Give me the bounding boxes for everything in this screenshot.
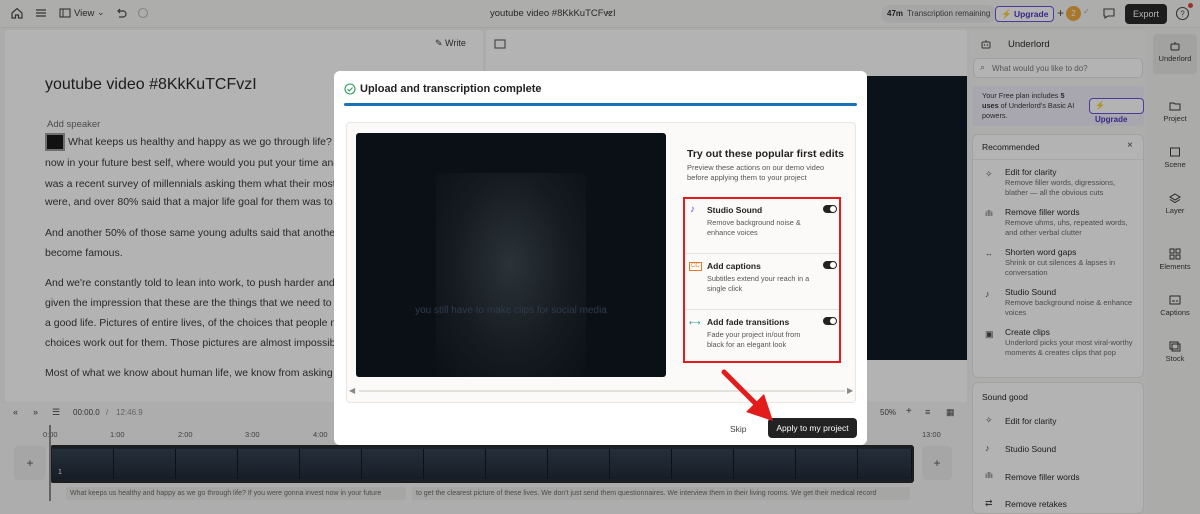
demo-caption: you still have to make clips for social …: [415, 305, 607, 316]
presenter-silhouette: [436, 173, 586, 377]
fade-toggle[interactable]: [823, 317, 837, 325]
feature-fade-transitions[interactable]: ⟷ Add fade transitions Fade your project…: [685, 311, 839, 365]
feature-add-captions[interactable]: CC Add captions Subtitles extend your re…: [685, 255, 839, 309]
try-title: Try out these popular first edits: [687, 148, 844, 160]
feature-title: Add fade transitions: [707, 317, 790, 327]
demo-video[interactable]: you still have to make clips for social …: [356, 133, 666, 377]
check-circle-icon: [344, 83, 356, 95]
cc-icon: CC: [689, 262, 702, 271]
feature-desc: Fade your project in/out from black for …: [707, 330, 801, 349]
scroll-left-icon[interactable]: ◀: [349, 386, 355, 395]
try-description: Preview these actions on our demo video …: [687, 163, 825, 182]
feature-title: Add captions: [707, 261, 761, 271]
studio-sound-toggle[interactable]: [823, 205, 837, 213]
divider: [685, 253, 839, 254]
mic-wave-icon: ♪: [690, 204, 695, 215]
fade-icon: ⟷: [689, 318, 701, 327]
captions-toggle[interactable]: [823, 261, 837, 269]
apply-to-project-button[interactable]: Apply to my project: [768, 418, 857, 438]
upload-complete-dialog: Upload and transcription complete you st…: [334, 71, 867, 445]
annotation-arrow-icon: [721, 369, 773, 421]
feature-studio-sound[interactable]: ♪ Studio Sound Remove background noise &…: [685, 199, 839, 253]
feature-desc: Subtitles extend your reach in a single …: [707, 274, 810, 293]
progress-bar: [344, 103, 857, 106]
first-edits-panel: you still have to make clips for social …: [346, 122, 856, 403]
dialog-title: Upload and transcription complete: [360, 83, 542, 95]
feature-list: ♪ Studio Sound Remove background noise &…: [683, 197, 841, 363]
scroll-right-icon[interactable]: ▶: [847, 386, 853, 395]
divider: [685, 309, 839, 310]
feature-title: Studio Sound: [707, 205, 763, 215]
feature-desc: Remove background noise & enhance voices: [707, 218, 801, 237]
